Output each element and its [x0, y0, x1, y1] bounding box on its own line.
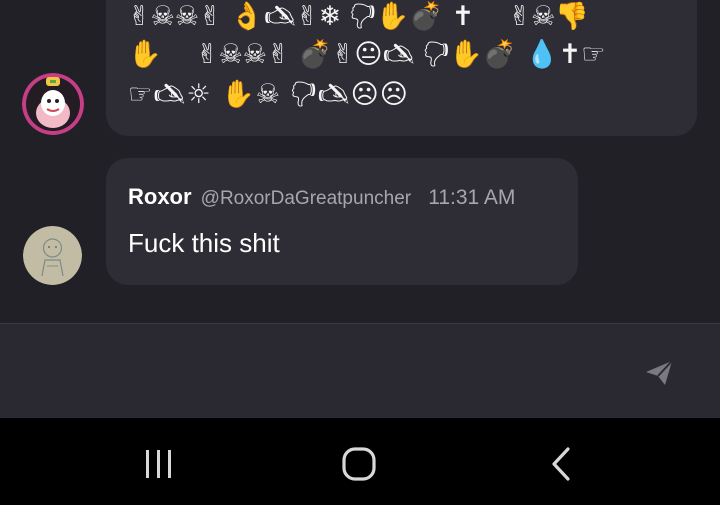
message-timestamp: 11:31 AM: [428, 186, 516, 209]
back-button[interactable]: [537, 444, 585, 484]
message-text: Fuck this shit: [128, 228, 280, 258]
recent-apps-icon: [146, 450, 171, 478]
message-emoji-line: ☞🖎☼ ✋☠ 🖓🖎☹☹: [128, 79, 409, 110]
sketch-character-avatar-icon: [23, 226, 82, 285]
message-emoji-line: ✌☠☠✌ 👌🖎✌❄ 🖓✋💣 ✝ ✌☠👎: [128, 1, 589, 32]
pink-character-avatar-icon: [22, 73, 84, 135]
send-icon: [646, 360, 673, 385]
send-button[interactable]: [641, 355, 677, 391]
message-composer[interactable]: [0, 323, 720, 418]
home-icon: [342, 447, 376, 481]
system-navigation-bar: [0, 418, 720, 505]
message-handle[interactable]: @RoxorDaGreatpuncher: [201, 188, 411, 209]
message-bubble[interactable]: Roxor @RoxorDaGreatpuncher 11:31 AM Fuck…: [106, 158, 578, 285]
avatar[interactable]: [23, 226, 82, 285]
home-button[interactable]: [335, 444, 383, 484]
message-emoji-line: ✋ ✌☠☠✌ 💣✌😐🖎 🖓✋💣 💧✝☞: [128, 39, 606, 70]
recent-apps-button[interactable]: [135, 444, 183, 484]
chat-area: ✌☠☠✌ 👌🖎✌❄ 🖓✋💣 ✝ ✌☠👎 ✋ ✌☠☠✌ 💣✌😐🖎 🖓✋💣 💧✝☞ …: [0, 0, 720, 323]
back-icon: [552, 447, 570, 481]
message-header: Roxor @RoxorDaGreatpuncher 11:31 AM: [128, 184, 515, 210]
message-author[interactable]: Roxor: [128, 184, 192, 209]
message-bubble[interactable]: ✌☠☠✌ 👌🖎✌❄ 🖓✋💣 ✝ ✌☠👎 ✋ ✌☠☠✌ 💣✌😐🖎 🖓✋💣 💧✝☞ …: [106, 0, 697, 136]
avatar[interactable]: [22, 73, 84, 135]
